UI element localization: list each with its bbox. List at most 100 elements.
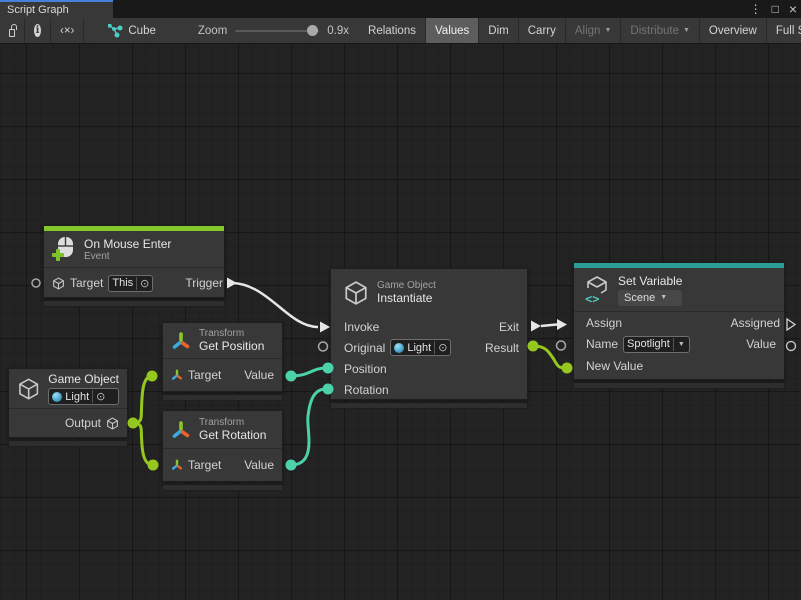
new-value-port-label: New Value [586, 359, 643, 373]
set-variable-icon: <> [584, 275, 610, 305]
lock-icon [9, 29, 15, 37]
getrotation-target-port[interactable] [148, 460, 159, 471]
assigned-port-label: Assigned [731, 316, 780, 330]
zoom-slider[interactable] [235, 30, 319, 32]
assign-port-label: Assign [586, 316, 622, 330]
node-footer [162, 484, 283, 491]
chevron-down-icon: ▼ [677, 341, 686, 348]
graph-name: Cube [128, 25, 156, 37]
light-output-port[interactable] [128, 418, 139, 429]
game-object-icon [106, 417, 119, 430]
svg-text:<>: <> [585, 292, 599, 305]
node-title: Instantiate [377, 291, 436, 305]
transform-icon [171, 459, 183, 471]
node-subtitle: Event [84, 251, 171, 262]
graph-breadcrumb[interactable]: Cube [84, 18, 168, 43]
node-footer [330, 402, 528, 409]
toolbar-dim-button[interactable]: Dim [479, 18, 518, 43]
toolbar-align-button[interactable]: Align ▼ [566, 18, 622, 43]
exit-port-label: Exit [499, 320, 519, 334]
zoom-slider-handle[interactable] [307, 25, 318, 36]
light-object-icon [394, 343, 404, 353]
graph-icon [108, 24, 123, 38]
target-port-label: Target [188, 458, 221, 472]
value-port-label: Value [746, 337, 776, 351]
lock-button[interactable] [0, 18, 25, 43]
zoom-value: 0.9x [327, 25, 349, 37]
value-port-label: Value [244, 368, 274, 382]
node-title: Get Rotation [199, 428, 266, 442]
variables-icon: ‹×› [60, 25, 74, 37]
object-picker-icon[interactable]: ⊙ [96, 390, 105, 403]
node-on-mouse-enter[interactable]: On Mouse Enter Event Target This ⊙ Trigg… [43, 225, 225, 298]
tab-bar: Script Graph ⋮ □ × [0, 0, 801, 18]
position-port-label: Position [344, 362, 387, 376]
transform-icon [171, 420, 191, 440]
invoke-port-label: Invoke [344, 320, 379, 334]
getrotation-value-port[interactable] [286, 460, 297, 471]
target-object-field[interactable]: This ⊙ [108, 275, 153, 292]
original-object-field[interactable]: Light ⊙ [390, 339, 451, 356]
node-set-variable[interactable]: <> Set Variable Scene ▼ Assign Assigned … [573, 262, 785, 380]
transform-icon [171, 331, 191, 351]
target-port-label: Target [188, 368, 221, 382]
maximize-icon[interactable]: □ [772, 0, 779, 18]
object-picker-icon[interactable]: ⊙ [438, 341, 447, 354]
variable-name-dropdown[interactable]: Spotlight ▼ [623, 336, 690, 353]
zoom-label: Zoom [198, 25, 227, 37]
newvalue-input-port[interactable] [562, 363, 573, 374]
node-category: Game Object [377, 280, 436, 291]
node-footer [8, 440, 128, 447]
wire-exit-to-assign[interactable] [541, 325, 557, 327]
chevron-down-icon: ▼ [660, 294, 667, 301]
target-port-label: Target [70, 276, 103, 290]
variables-button[interactable]: ‹×› [51, 18, 84, 43]
node-footer [162, 394, 283, 401]
trigger-port-label: Trigger [185, 276, 223, 290]
node-category: Transform [199, 417, 266, 428]
zoom-control: Zoom 0.9x [168, 18, 359, 43]
node-game-object-literal[interactable]: Game Object Light ⊙ Output [8, 368, 128, 438]
transform-icon [171, 369, 183, 381]
object-field[interactable]: Light ⊙ [48, 388, 119, 405]
game-object-icon [52, 277, 65, 290]
chevron-down-icon: ▼ [604, 27, 611, 34]
position-input-port[interactable] [323, 363, 334, 374]
node-title: Get Position [199, 339, 264, 353]
game-object-icon [343, 280, 369, 306]
toolbar-carry-button[interactable]: Carry [519, 18, 566, 43]
name-port-label: Name [586, 337, 618, 351]
rotation-input-port[interactable] [323, 384, 334, 395]
node-category: Transform [199, 328, 264, 339]
getposition-target-port[interactable] [147, 371, 158, 382]
window-controls: ⋮ □ × [750, 0, 797, 18]
graph-toolbar: i ‹×› Cube Zoom 0.9x Relations Values Di… [0, 18, 801, 44]
node-title: On Mouse Enter [84, 237, 171, 251]
node-instantiate[interactable]: Game Object Instantiate Invoke Exit Orig… [330, 268, 528, 400]
toolbar-values-button[interactable]: Values [426, 18, 479, 43]
original-port-label: Original [344, 341, 385, 355]
window-menu-icon[interactable]: ⋮ [750, 0, 762, 18]
object-picker-icon[interactable]: ⊙ [140, 277, 149, 290]
output-port-label: Output [65, 416, 101, 430]
inspector-button[interactable]: i [25, 18, 51, 43]
game-object-icon [17, 376, 40, 402]
toolbar-relations-button[interactable]: Relations [359, 18, 426, 43]
toolbar-overview-button[interactable]: Overview [700, 18, 767, 43]
node-get-rotation[interactable]: Transform Get Rotation Target Value [162, 410, 283, 482]
node-title: Game Object [48, 372, 119, 386]
value-port-label: Value [244, 458, 274, 472]
rotation-port-label: Rotation [344, 383, 389, 397]
mouse-event-icon [52, 236, 76, 263]
toolbar-distribute-button[interactable]: Distribute ▼ [621, 18, 700, 43]
close-icon[interactable]: × [789, 0, 797, 18]
node-title: Set Variable [618, 274, 682, 288]
variable-scope-dropdown[interactable]: Scene ▼ [618, 290, 682, 306]
node-get-position[interactable]: Transform Get Position Target Value [162, 322, 283, 392]
script-graph-window: Script Graph ⋮ □ × i ‹×› Cube [0, 0, 801, 600]
chevron-down-icon: ▼ [683, 27, 690, 34]
getposition-value-port[interactable] [286, 371, 297, 382]
result-output-port[interactable] [528, 341, 539, 352]
toolbar-fullscreen-button[interactable]: Full Screen [767, 18, 801, 43]
tab-script-graph[interactable]: Script Graph [0, 0, 113, 18]
